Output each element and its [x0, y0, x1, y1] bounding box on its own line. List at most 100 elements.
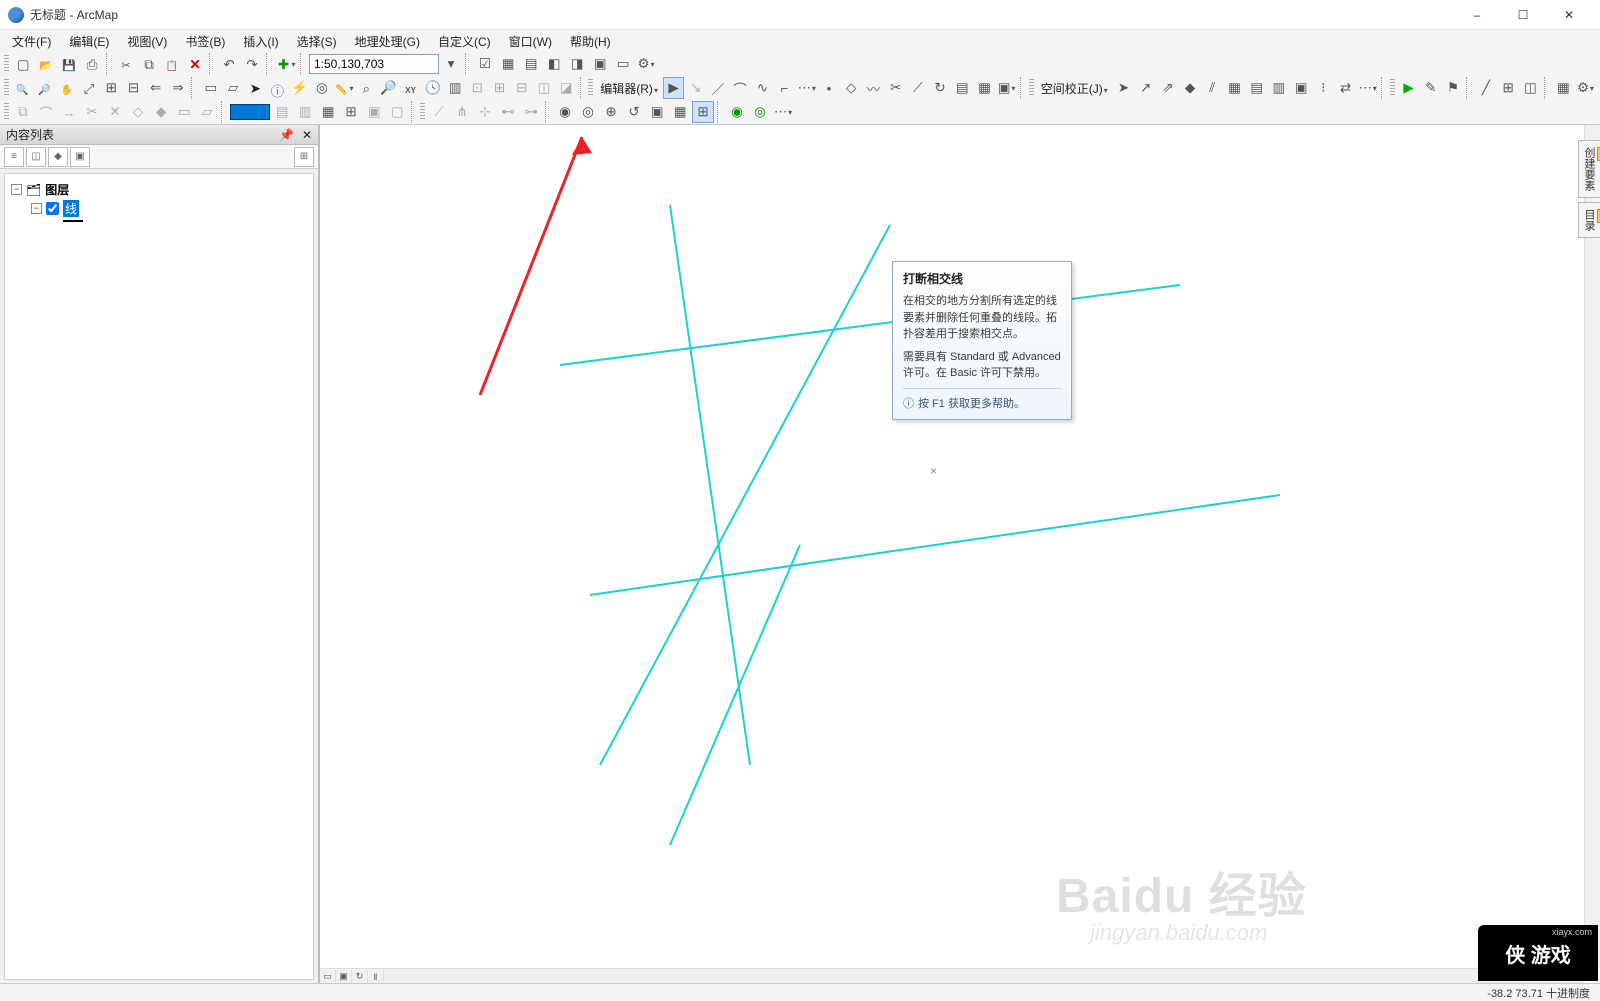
- toolbar-grip[interactable]: [4, 79, 9, 97]
- create-viewer-button[interactable]: ▥: [444, 77, 465, 99]
- map-scale-combo[interactable]: [309, 54, 439, 74]
- add-data-button[interactable]: [275, 53, 297, 75]
- minimize-button[interactable]: –: [1454, 0, 1500, 30]
- toolbar-grip[interactable]: [588, 79, 593, 97]
- menu-help[interactable]: 帮助(H): [562, 31, 619, 52]
- html-popup-button[interactable]: ◎: [311, 77, 332, 99]
- paste-button[interactable]: [161, 53, 183, 75]
- geo-btn-8[interactable]: ⚙: [1575, 77, 1596, 99]
- geo-btn-6[interactable]: ◫: [1520, 77, 1541, 99]
- layer-symbol[interactable]: [63, 220, 83, 222]
- edit-tool-button[interactable]: ▶: [663, 77, 684, 99]
- topo-btn-9[interactable]: ↺: [623, 101, 645, 123]
- sa-btn-7[interactable]: ▤: [1246, 77, 1267, 99]
- sa-identity-link[interactable]: ◆: [1179, 77, 1200, 99]
- data-view-button[interactable]: ▭: [320, 970, 336, 984]
- toolbar-grip[interactable]: [4, 55, 9, 73]
- select-features-button[interactable]: ▭: [200, 77, 221, 99]
- toc-pin-button[interactable]: 📌: [279, 128, 294, 142]
- menu-insert[interactable]: 插入(I): [235, 31, 286, 52]
- find-button[interactable]: [356, 77, 377, 99]
- map-view[interactable]: × 打断相交线 在相交的地方分割所有选定的线要素并删除任何重叠的线段。拓扑容差用…: [320, 125, 1600, 984]
- menu-bookmarks[interactable]: 书签(B): [177, 31, 233, 52]
- editor-toolbar-btn-5[interactable]: ◨: [566, 53, 588, 75]
- toc-tab-options[interactable]: ⊞: [294, 147, 314, 167]
- layer-name[interactable]: 线: [63, 200, 79, 217]
- map-scrollbar-vertical[interactable]: [1584, 125, 1600, 968]
- editor-menu[interactable]: 编辑器(R): [596, 80, 662, 97]
- menu-window[interactable]: 窗口(W): [501, 31, 560, 52]
- arc-segment-button[interactable]: ⌒: [730, 77, 751, 99]
- menu-customize[interactable]: 自定义(C): [430, 31, 499, 52]
- editor-toolbar-btn-8[interactable]: ⚙: [635, 53, 657, 75]
- new-button[interactable]: [12, 53, 34, 75]
- copy-button[interactable]: [138, 53, 160, 75]
- next-extent-button[interactable]: ⇒: [167, 77, 188, 99]
- geo-btn-3[interactable]: ⚑: [1442, 77, 1463, 99]
- redo-button[interactable]: [241, 53, 263, 75]
- toolbar-grip[interactable]: [420, 103, 425, 121]
- topo-validate-extent[interactable]: ◉: [726, 101, 748, 123]
- editor-toolbar-btn-2[interactable]: ▦: [497, 53, 519, 75]
- pan-button[interactable]: [56, 77, 77, 99]
- fixed-zoom-in[interactable]: ⊞: [101, 77, 122, 99]
- select-elements-button[interactable]: [245, 77, 266, 99]
- sa-attribute-transfer[interactable]: ⇄: [1335, 77, 1356, 99]
- sa-displacement-link[interactable]: ↗: [1135, 77, 1156, 99]
- toolbar-grip[interactable]: [1029, 79, 1034, 97]
- toolbar-grip[interactable]: [4, 103, 9, 121]
- editor-toolbar-btn-7[interactable]: ▭: [612, 53, 634, 75]
- geo-btn-2[interactable]: ✎: [1420, 77, 1441, 99]
- prev-extent-button[interactable]: ⇐: [145, 77, 166, 99]
- more-construction-tools[interactable]: ⋯: [796, 77, 817, 99]
- layout-view-button[interactable]: ▣: [336, 970, 352, 984]
- sa-multi-link[interactable]: ⇗: [1157, 77, 1178, 99]
- topo-btn-7[interactable]: ◎: [577, 101, 599, 123]
- menu-selection[interactable]: 选择(S): [289, 31, 345, 52]
- measure-button[interactable]: [333, 77, 354, 99]
- menu-edit[interactable]: 编辑(E): [61, 31, 117, 52]
- editor-toolbar-btn-3[interactable]: ▤: [520, 53, 542, 75]
- right-angle-button[interactable]: ⌐: [774, 77, 795, 99]
- maximize-button[interactable]: ☐: [1500, 0, 1546, 30]
- cut-polygons-button[interactable]: ✂: [885, 77, 906, 99]
- topo-btn-11[interactable]: ▦: [669, 101, 691, 123]
- split-button[interactable]: ⟋: [907, 77, 928, 99]
- menu-file[interactable]: 文件(F): [4, 31, 59, 52]
- planarize-lines-button[interactable]: ⊞: [692, 101, 714, 123]
- full-extent-button[interactable]: [78, 77, 99, 99]
- point-button[interactable]: •: [818, 77, 839, 99]
- zoom-in-button[interactable]: [12, 77, 33, 99]
- delete-button[interactable]: [184, 53, 206, 75]
- rotate-button[interactable]: ↻: [929, 77, 950, 99]
- toolbar-grip[interactable]: [1390, 79, 1395, 97]
- sa-btn-12[interactable]: ⋯: [1357, 77, 1378, 99]
- geo-btn-7[interactable]: ▦: [1553, 77, 1574, 99]
- sa-btn-8[interactable]: ▥: [1268, 77, 1289, 99]
- topo-btn-6[interactable]: ◉: [554, 101, 576, 123]
- right-tab-catalog[interactable]: 目录: [1578, 202, 1600, 238]
- close-button[interactable]: ✕: [1546, 0, 1592, 30]
- sa-select-button[interactable]: ➤: [1113, 77, 1134, 99]
- save-button[interactable]: [58, 53, 80, 75]
- ae-btn-13[interactable]: ⊞: [340, 101, 362, 123]
- straight-segment-button[interactable]: ／: [707, 77, 728, 99]
- sa-edge-match[interactable]: ⫽: [1202, 77, 1223, 99]
- map-scale-input[interactable]: [314, 57, 434, 71]
- print-button[interactable]: [81, 53, 103, 75]
- toc-tab-visibility[interactable]: ◆: [48, 147, 68, 167]
- find-route-button[interactable]: 🔎: [378, 77, 399, 99]
- ae-color-swatch[interactable]: [230, 104, 270, 120]
- map-scrollbar-horizontal[interactable]: ▭ ▣ ↻ ‖: [320, 968, 1584, 984]
- open-button[interactable]: [35, 53, 57, 75]
- geo-btn-1[interactable]: ▶: [1398, 77, 1419, 99]
- menu-geoprocess[interactable]: 地理处理(G): [347, 31, 428, 52]
- time-slider-button[interactable]: 🕓: [422, 77, 443, 99]
- spatial-adjust-menu[interactable]: 空间校正(J): [1037, 80, 1112, 97]
- fixed-zoom-out[interactable]: ⊟: [123, 77, 144, 99]
- attributes-button[interactable]: ▤: [952, 77, 973, 99]
- refresh-button[interactable]: ↻: [352, 970, 368, 984]
- editor-toolbar-btn-4[interactable]: ◧: [543, 53, 565, 75]
- topo-btn-10[interactable]: ▣: [646, 101, 668, 123]
- pause-drawing-button[interactable]: ‖: [368, 970, 384, 984]
